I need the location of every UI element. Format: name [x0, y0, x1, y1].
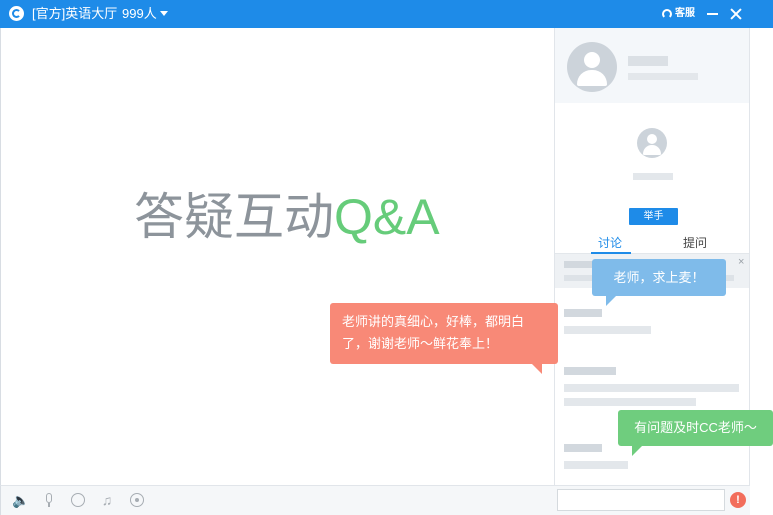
avatar-head — [647, 134, 657, 144]
microphone-icon[interactable] — [41, 492, 57, 508]
message-text-placeholder — [564, 398, 696, 406]
flower-gift-icon[interactable] — [730, 492, 746, 508]
avatar-head — [584, 52, 600, 68]
stage-title-main: 答疑互动 — [134, 189, 334, 245]
mic-request-bubble: 老师，求上麦！ — [592, 259, 726, 306]
classroom-window: [官方]英语大厅 999人 客服 答疑互动Q&A 举手 讨论 提问 × 🔈 ♫ … — [0, 0, 773, 515]
member-count-dropdown[interactable]: 999人 — [122, 6, 157, 22]
message-text-placeholder — [564, 326, 651, 334]
record-ring — [130, 493, 144, 507]
tip-bubble: 有问题及时CC老师～ — [618, 410, 773, 456]
teacher-info-placeholder — [628, 73, 698, 80]
stage-title-accent: Q&A — [334, 189, 440, 245]
speaker-avatar-icon[interactable] — [637, 128, 667, 158]
chevron-down-icon[interactable] — [160, 11, 168, 16]
mic-stem — [48, 503, 50, 507]
avatar-body — [577, 70, 607, 86]
stage-title: 答疑互动Q&A — [134, 189, 440, 245]
speaker-name-placeholder — [633, 173, 673, 180]
teacher-avatar-icon[interactable] — [567, 42, 617, 92]
close-icon[interactable] — [729, 7, 743, 21]
message-sender-placeholder — [564, 444, 602, 452]
bottom-toolbar: 🔈 ♫ — [0, 485, 750, 515]
headset-icon[interactable] — [662, 9, 672, 19]
close-icon[interactable]: × — [738, 257, 744, 268]
chat-input[interactable] — [557, 489, 725, 511]
app-logo-icon — [9, 6, 24, 21]
raise-hand-button[interactable]: 举手 — [629, 208, 678, 225]
message-sender-placeholder — [564, 367, 616, 375]
main-stage: 答疑互动Q&A — [0, 28, 554, 485]
chat-tabs: 讨论 提问 — [555, 232, 749, 254]
volume-gauge-icon[interactable] — [70, 492, 86, 508]
tab-discuss[interactable]: 讨论 — [598, 235, 622, 251]
student-message-bubble: 老师讲的真细心，好棒，都明白了，谢谢老师～鲜花奉上！ — [330, 303, 558, 374]
gauge-ring — [71, 493, 85, 507]
message-text-placeholder — [564, 384, 739, 392]
message-sender-placeholder — [564, 309, 602, 317]
title-bar: [官方]英语大厅 999人 客服 — [0, 0, 773, 28]
tab-ask[interactable]: 提问 — [683, 235, 707, 251]
room-title: [官方]英语大厅 — [32, 6, 118, 21]
music-icon[interactable]: ♫ — [99, 492, 115, 508]
message-text-placeholder — [564, 461, 628, 469]
teacher-name-placeholder — [628, 56, 668, 66]
speaker-icon[interactable]: 🔈 — [12, 492, 29, 508]
teacher-card — [555, 28, 749, 103]
record-icon[interactable] — [129, 492, 145, 508]
minimize-icon[interactable] — [707, 13, 718, 15]
avatar-body — [643, 145, 661, 155]
mic-capsule — [46, 493, 52, 503]
customer-service-button[interactable]: 客服 — [675, 8, 695, 20]
